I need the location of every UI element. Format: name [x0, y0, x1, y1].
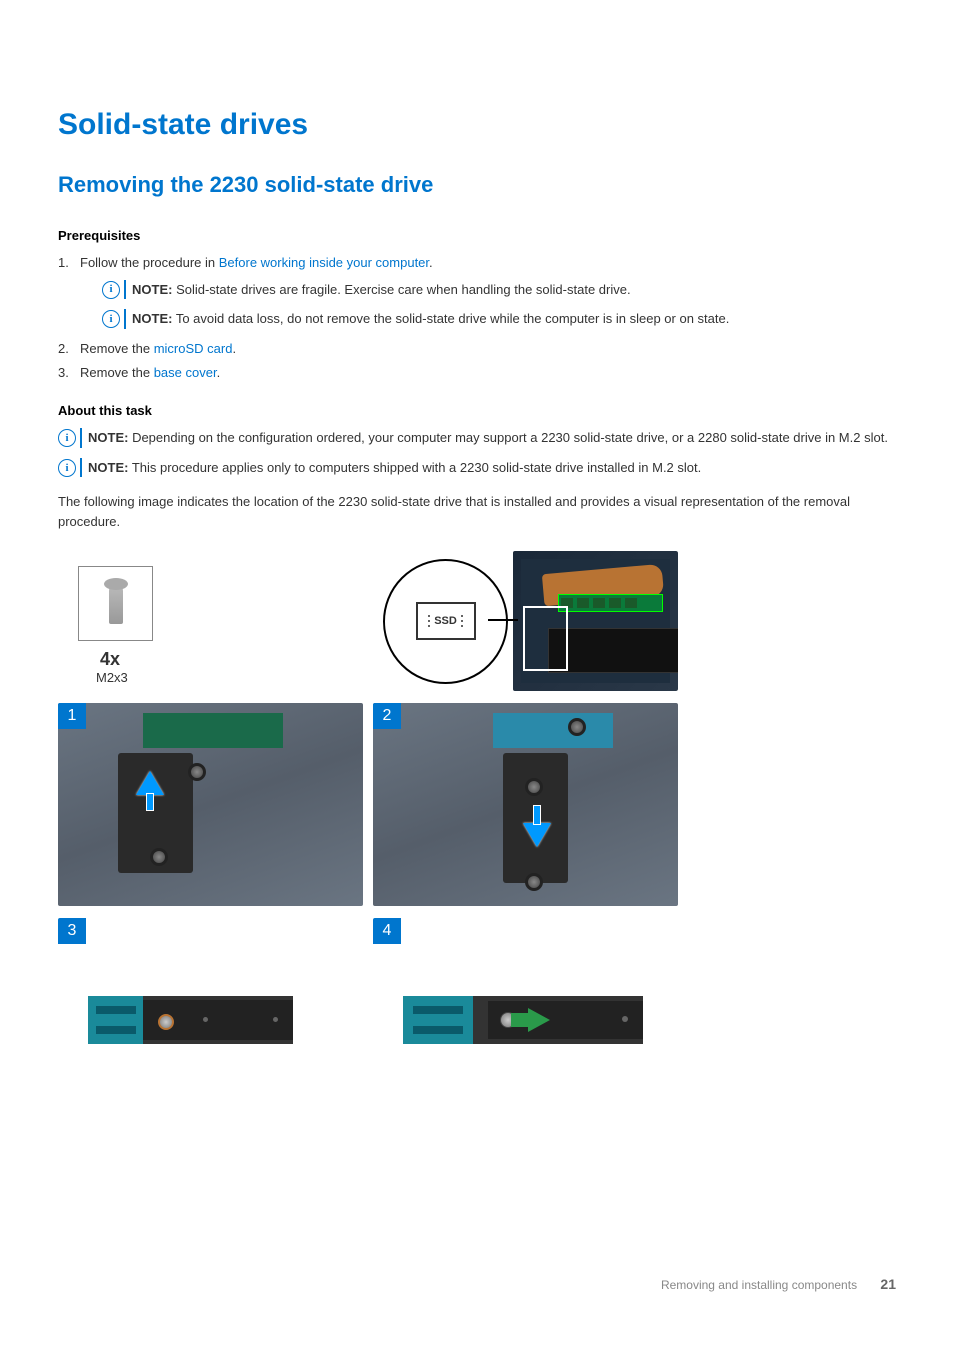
screw-count: 4x — [100, 649, 120, 670]
section-heading: Removing the 2230 solid-state drive — [58, 172, 896, 198]
removal-diagram: 4x M2x3 SSD 1 2 — [58, 551, 896, 1121]
page-number: 21 — [880, 1276, 896, 1292]
ssd-chip-icon: SSD — [416, 602, 476, 640]
step-badge: 2 — [373, 703, 401, 729]
note-data-loss: i NOTE: To avoid data loss, do not remov… — [102, 309, 896, 329]
about-task-heading: About this task — [58, 403, 896, 418]
info-icon: i — [58, 459, 76, 477]
ssd-callout-circle: SSD — [383, 559, 508, 684]
prereq-step-1: 1. Follow the procedure in Before workin… — [58, 253, 896, 329]
screw-type: M2x3 — [96, 670, 128, 685]
note-config: i NOTE: Depending on the configuration o… — [58, 428, 896, 448]
link-before-working[interactable]: Before working inside your computer — [219, 255, 429, 270]
step-badge: 3 — [58, 918, 86, 944]
footer-section: Removing and installing components — [661, 1278, 857, 1292]
laptop-overview — [513, 551, 678, 691]
note-fragile: i NOTE: Solid-state drives are fragile. … — [102, 280, 896, 300]
prereq-step-2: 2. Remove the microSD card. — [58, 339, 896, 360]
step-badge: 4 — [373, 918, 401, 944]
step-4-image: 4 — [373, 918, 678, 1121]
step-3-image: 3 — [58, 918, 363, 1121]
info-icon: i — [102, 310, 120, 328]
note-applies: i NOTE: This procedure applies only to c… — [58, 458, 896, 478]
info-icon: i — [58, 429, 76, 447]
step-badge: 1 — [58, 703, 86, 729]
screw-spec-panel: 4x M2x3 — [58, 551, 363, 691]
page-footer: Removing and installing components 21 — [661, 1276, 896, 1292]
info-icon: i — [102, 281, 120, 299]
prereq-step-3: 3. Remove the base cover. — [58, 363, 896, 384]
page-title: Solid-state drives — [58, 108, 896, 142]
ssd-callout-panel: SSD — [373, 551, 678, 691]
about-task-paragraph: The following image indicates the locati… — [58, 492, 896, 531]
link-base-cover[interactable]: base cover — [154, 365, 217, 380]
screw-icon — [78, 566, 153, 641]
link-microsd[interactable]: microSD card — [154, 341, 233, 356]
prerequisites-heading: Prerequisites — [58, 228, 896, 243]
step-1-image: 1 — [58, 703, 363, 906]
arrow-right-icon — [528, 1008, 550, 1032]
step-2-image: 2 — [373, 703, 678, 906]
